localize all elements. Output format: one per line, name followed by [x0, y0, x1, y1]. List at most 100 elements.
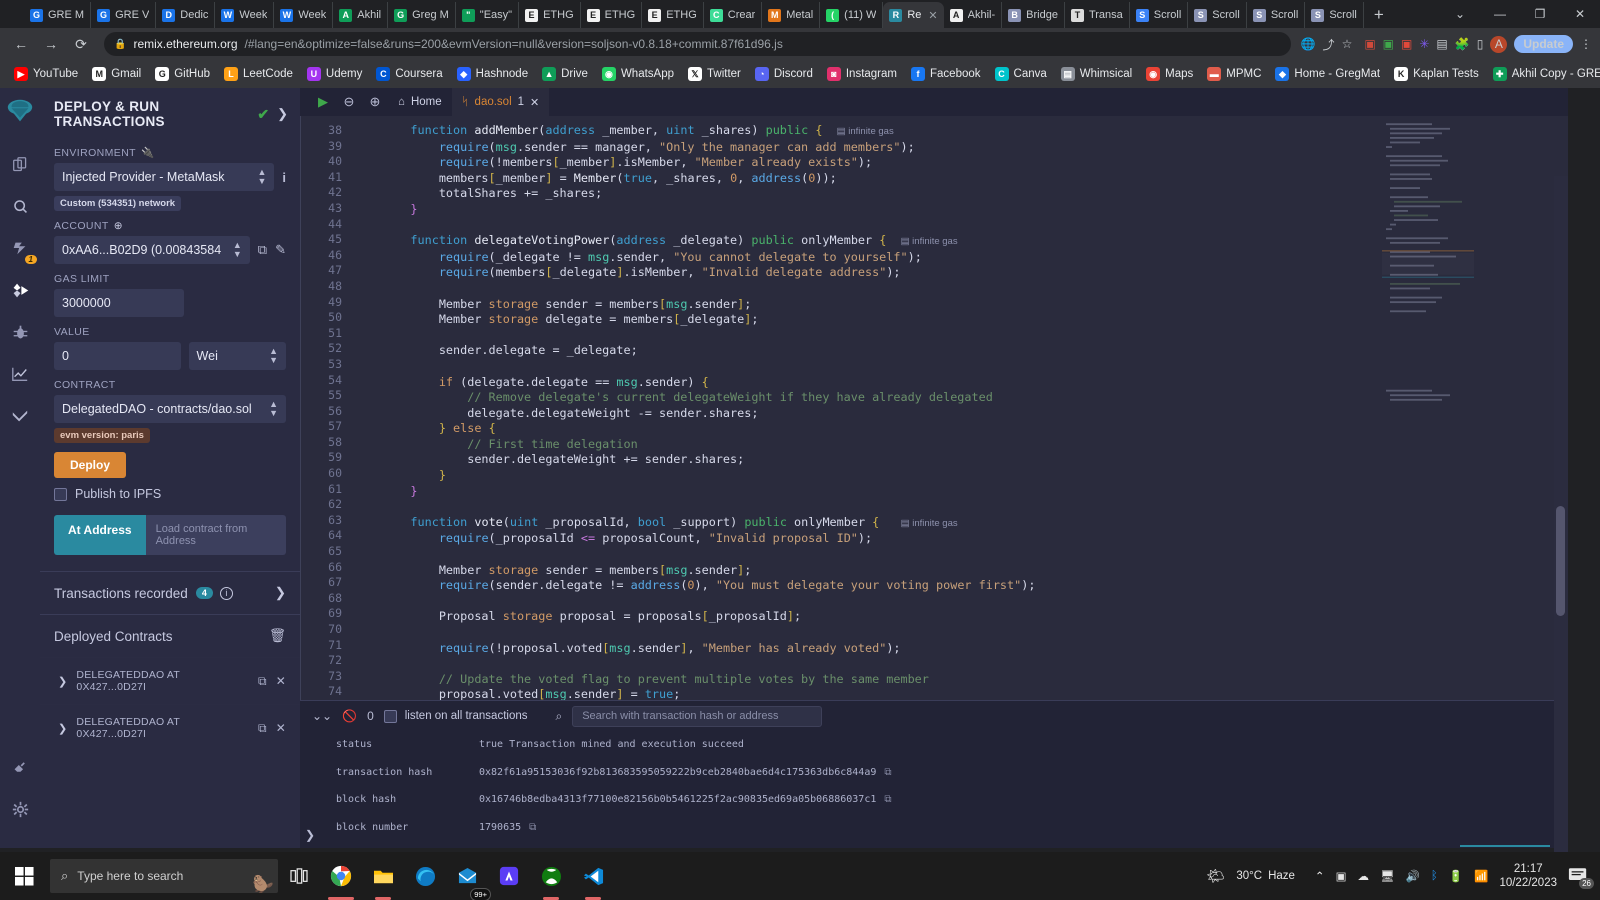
close-window-button[interactable]: ✕ [1560, 0, 1600, 28]
extension-2-icon[interactable]: ▣ [1383, 37, 1394, 51]
bluetooth-icon[interactable]: ᛒ [1431, 870, 1438, 882]
bookmark-item[interactable]: ◔ Discord [749, 65, 819, 83]
debugger-icon[interactable] [3, 315, 37, 349]
check-icon[interactable] [3, 399, 37, 433]
camera-icon[interactable]: ▣ [1336, 869, 1347, 883]
browser-tab[interactable]: B Bridge [1002, 2, 1065, 28]
browser-tab[interactable]: S Scroll [1305, 2, 1364, 28]
extension-3-icon[interactable]: ▣ [1401, 37, 1412, 51]
close-icon[interactable]: ✕ [276, 721, 286, 735]
minimize-button[interactable]: — [1480, 0, 1520, 28]
bookmark-item[interactable]: 𝕏 Twitter [682, 65, 747, 83]
chevron-right-icon[interactable]: ❯ [277, 106, 288, 122]
onedrive-icon[interactable]: ☁ [1357, 869, 1369, 883]
browser-tab[interactable]: A Akhil- [944, 2, 1003, 28]
deploy-button[interactable]: Deploy [54, 452, 127, 478]
minimize-dropdown-button[interactable]: ⌄ [1440, 0, 1480, 28]
bookmark-item[interactable]: C Coursera [370, 65, 448, 83]
show-hidden-icons-icon[interactable]: ⌃ [1315, 869, 1325, 883]
zoom-out-icon[interactable]: ⊖ [336, 94, 362, 110]
environment-select[interactable]: Injected Provider - MetaMask ▲ ▼ [54, 163, 275, 191]
close-icon[interactable]: ✕ [276, 674, 286, 688]
bookmark-item[interactable]: L LeetCode [218, 65, 299, 83]
code-area[interactable]: 38 39 40 41 42 43 44 45 46 47 48 49 50 51 52 53 54 55 56 57… [300, 116, 1568, 700]
browser-tab[interactable]: T Transa [1065, 2, 1130, 28]
extension-4-icon[interactable]: ✳ [1419, 37, 1429, 51]
chevron-right-icon[interactable]: ❯ [58, 675, 67, 688]
transactions-recorded-row[interactable]: Transactions recorded 4 i ❯ [40, 572, 300, 614]
page-scrollbar[interactable] [1554, 176, 1568, 900]
browser-tab[interactable]: ((11) W [820, 2, 884, 28]
clock[interactable]: 21:17 10/22/2023 [1499, 862, 1557, 890]
browser-tab[interactable]: G Greg M [388, 2, 456, 28]
volume-icon[interactable]: 🔊 [1406, 869, 1420, 883]
share-icon[interactable]: ⤴ [1323, 36, 1335, 53]
page-scrollbar-thumb[interactable] [1556, 506, 1565, 616]
browser-tab[interactable]: E ETHG [519, 2, 581, 28]
browser-tab[interactable]: W Week [274, 2, 334, 28]
weather-icon[interactable]: 🌤 [1206, 867, 1225, 885]
weather-temp[interactable]: 30°C [1236, 870, 1262, 882]
task-view-icon[interactable] [278, 852, 320, 900]
bookmark-item[interactable]: U Udemy [301, 65, 368, 83]
account-select[interactable]: 0xAA6...B02D9 (0.00843584 ▲ ▼ [54, 236, 250, 264]
trash-icon[interactable]: 🗑 [269, 628, 286, 644]
deployed-contract-item[interactable]: ❯ DELEGATEDDAO AT 0X427...0D27I ⧉ ✕ [40, 657, 300, 704]
plugin-manager-icon[interactable] [3, 750, 37, 784]
browser-tab[interactable]: R Re ✕ [883, 2, 944, 28]
browser-tab[interactable]: A Akhil [333, 2, 389, 28]
browser-tab[interactable]: S Scroll [1188, 2, 1247, 28]
extension-1-icon[interactable]: ▣ [1364, 37, 1375, 51]
bookmark-item[interactable]: ▬ MPMC [1201, 65, 1267, 83]
display-icon[interactable]: 🖥 [1380, 869, 1395, 883]
contract-select[interactable]: DelegatedDAO - contracts/dao.sol ▲ ▼ [54, 395, 286, 423]
browser-tab[interactable]: E ETHG [581, 2, 643, 28]
reload-icon[interactable]: ⟳ [68, 31, 94, 57]
chrome-icon[interactable] [320, 852, 362, 900]
deployed-contract-item[interactable]: ❯ DELEGATEDDAO AT 0X427...0D27I ⧉ ✕ [40, 704, 300, 751]
deploy-run-icon[interactable] [3, 273, 37, 307]
plus-circle-icon[interactable]: ⊕ [114, 220, 123, 232]
gas-limit-input[interactable]: 3000000 [54, 289, 184, 317]
bookmark-item[interactable]: ✚ Akhil Copy - GRE W... [1487, 65, 1600, 83]
battery-icon[interactable]: 🔋 [1449, 869, 1463, 883]
load-contract-input[interactable]: Load contract from Address [145, 515, 286, 555]
browser-tab[interactable]: M Metal [762, 2, 821, 28]
update-button[interactable]: Update [1514, 35, 1573, 53]
terminal-search-input[interactable]: Search with transaction hash or address [572, 705, 823, 727]
info-icon[interactable]: i [219, 586, 233, 600]
address-bar[interactable]: 🔒 remix.ethereum.org /#lang=en&optimize=f… [104, 32, 1291, 56]
listen-checkbox[interactable] [383, 709, 397, 723]
extension-5-icon[interactable]: ▤ [1436, 37, 1447, 51]
bookmark-item[interactable]: ◉ WhatsApp [596, 65, 680, 83]
solidity-compiler-icon[interactable]: 1 [3, 231, 37, 265]
start-button-icon[interactable] [0, 852, 48, 900]
listen-all-transactions[interactable]: listen on all transactions [383, 709, 527, 723]
copy-icon[interactable]: ⧉ [258, 721, 267, 736]
remix-logo-icon[interactable] [5, 96, 35, 129]
notification-center-icon[interactable]: 26 [1568, 867, 1594, 889]
wifi-icon[interactable]: 📶 [1474, 869, 1488, 883]
search-icon[interactable] [3, 189, 37, 223]
collapse-icon[interactable]: ⌄⌄ [312, 709, 332, 723]
copy-icon[interactable]: ⧉ [884, 794, 891, 805]
mail-icon[interactable]: 99+ [446, 852, 491, 900]
avatar[interactable]: A [1490, 35, 1508, 53]
bookmark-item[interactable]: M Gmail [86, 65, 147, 83]
chevron-updown-icon[interactable]: ▲ ▼ [233, 241, 242, 259]
bookmark-item[interactable]: C Canva [989, 65, 1053, 83]
maximize-button[interactable]: ❐ [1520, 0, 1560, 28]
chrome-menu-icon[interactable]: ⋮ [1580, 37, 1592, 51]
browser-tab[interactable]: S Scroll [1130, 2, 1189, 28]
weather-condition[interactable]: Haze [1268, 870, 1295, 882]
run-icon[interactable]: ▶ [310, 94, 336, 110]
browser-tab[interactable]: S Scroll [1247, 2, 1306, 28]
app-purple-icon[interactable] [488, 852, 530, 900]
translate-icon[interactable]: 🌐 [1301, 37, 1316, 51]
expand-terminal-icon[interactable]: ❯ [305, 828, 315, 842]
bookmark-star-icon[interactable]: ☆ [1342, 37, 1353, 51]
xbox-icon[interactable] [530, 852, 572, 900]
edit-icon[interactable]: ✎ [275, 242, 286, 258]
publish-ipfs-row[interactable]: Publish to IPFS [54, 487, 286, 501]
chevron-updown-icon[interactable]: ▲ ▼ [269, 347, 278, 365]
